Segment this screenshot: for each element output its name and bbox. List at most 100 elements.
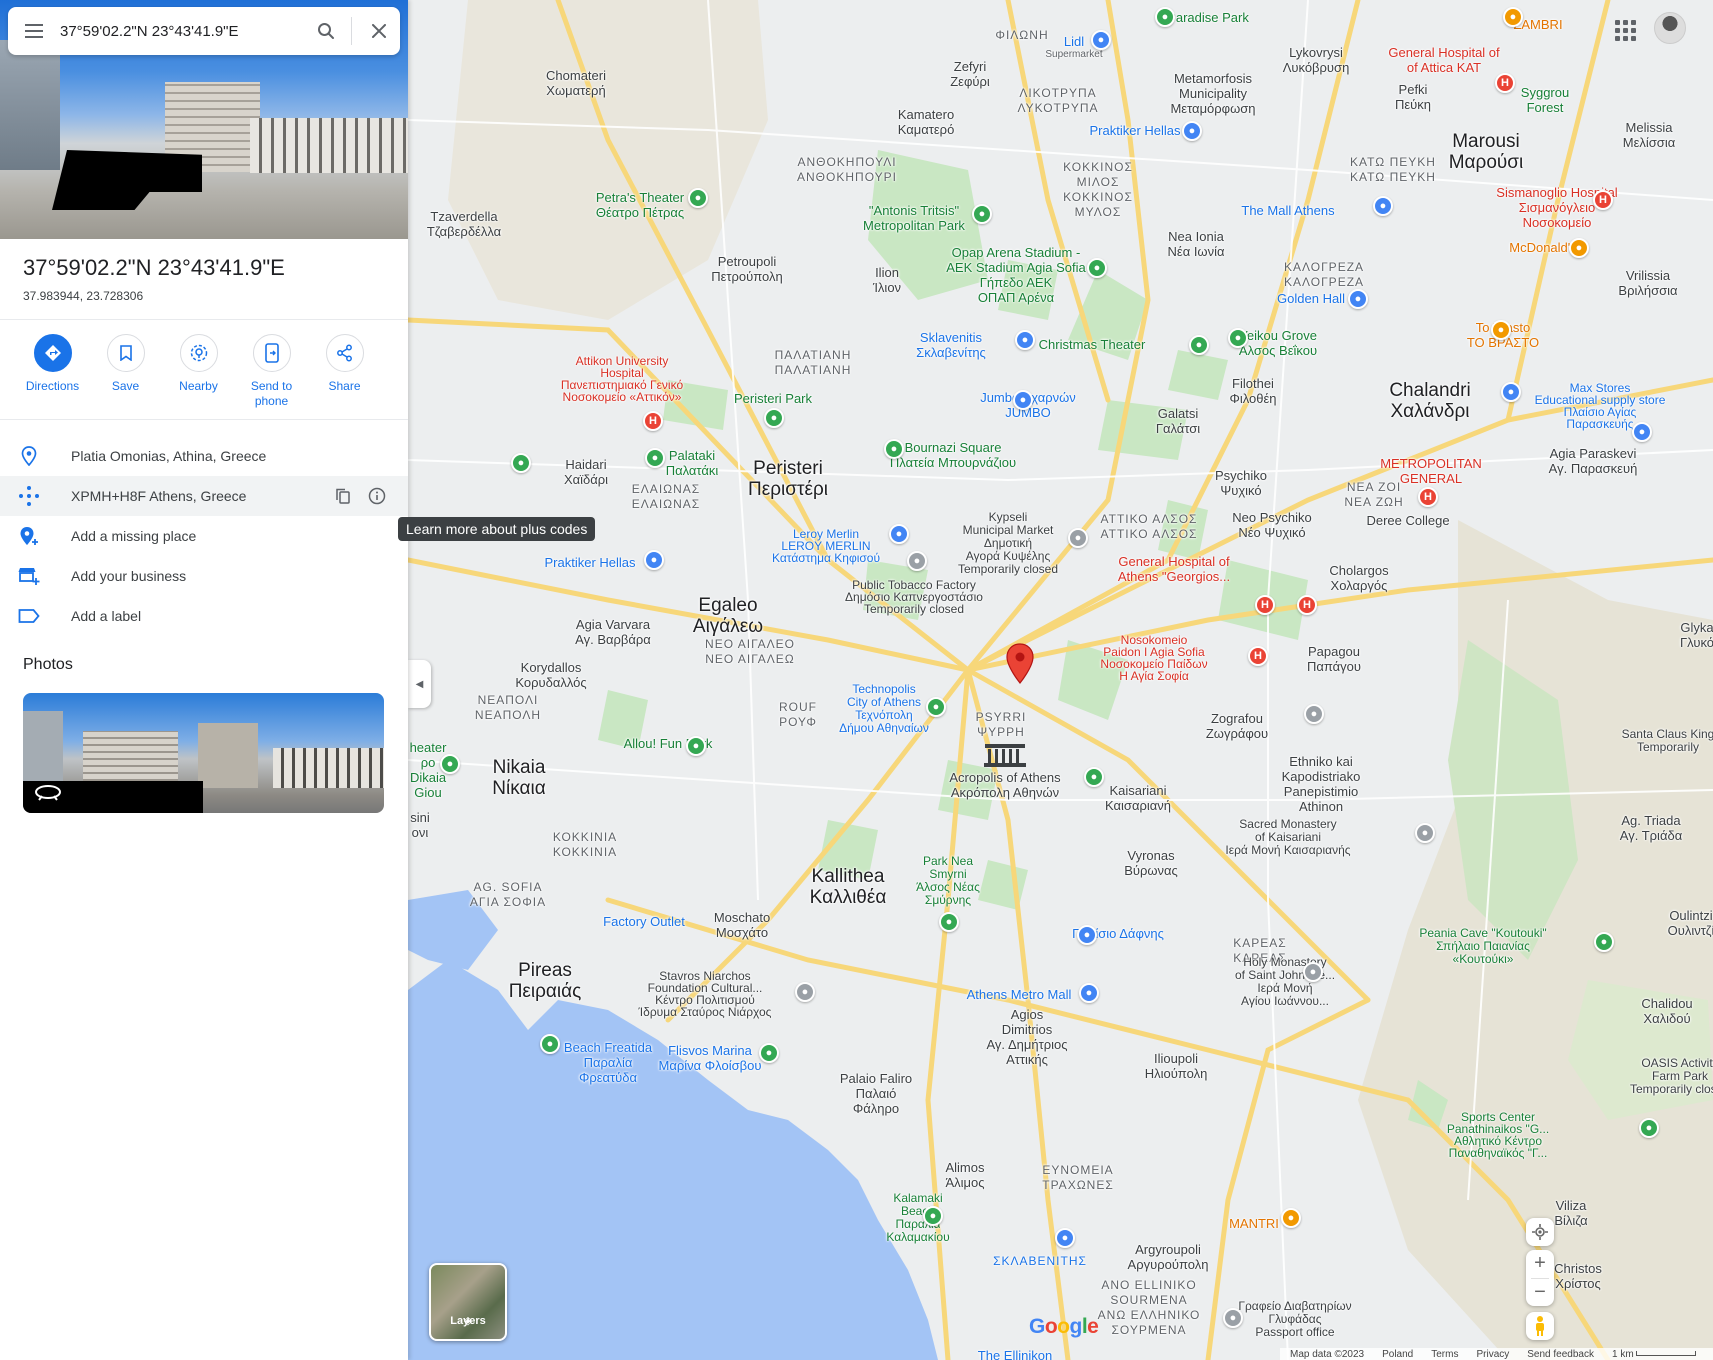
add-missing-place-row[interactable]: Add a missing place — [0, 516, 408, 556]
marina-marker-icon[interactable]: ● — [759, 1043, 779, 1063]
park-marker-icon[interactable]: ● — [1228, 328, 1248, 348]
park-marker-icon[interactable]: ● — [972, 204, 992, 224]
theater-marker-icon[interactable]: ● — [1189, 335, 1209, 355]
park-marker-icon[interactable]: ● — [686, 736, 706, 756]
map-label-sklavenitis-top[interactable]: Sklavenitis Σκλαβενίτης — [916, 330, 986, 360]
monastery-marker-icon[interactable]: ● — [1415, 823, 1435, 843]
shop-marker-icon[interactable]: ● — [1348, 289, 1368, 309]
map-label-syggrou-forest[interactable]: Syggrou Forest — [1521, 85, 1569, 115]
my-location-button[interactable] — [1526, 1218, 1554, 1246]
park-marker-icon[interactable]: ● — [939, 912, 959, 932]
search-button[interactable] — [305, 7, 347, 55]
map-label-santa-claus[interactable]: Santa Claus King Temporarily — [1622, 728, 1713, 754]
shop-marker-icon[interactable]: ● — [1055, 1228, 1075, 1248]
hospital-marker-icon[interactable]: H — [1418, 487, 1438, 507]
acropolis-icon[interactable] — [982, 740, 1028, 770]
hospital-marker-icon[interactable]: H — [1248, 646, 1268, 666]
zoom-out-button[interactable]: − — [1534, 1279, 1546, 1307]
park-marker-icon[interactable]: ● — [645, 448, 665, 468]
map-label-peania-cave[interactable]: Peania Cave "Koutouki" Σπήλαιο Παιανίας … — [1419, 927, 1546, 966]
map-label-stavros-niarchos[interactable]: Stavros Niarchos Foundation Cultural... … — [639, 970, 772, 1018]
hospital-marker-icon[interactable]: H — [1593, 190, 1613, 210]
shop-marker-icon[interactable]: ● — [1015, 330, 1035, 350]
map-label-christmas-theater[interactable]: Christmas Theater — [1039, 337, 1146, 352]
nearby-button[interactable]: Nearby — [162, 334, 235, 409]
add-label-row[interactable]: Add a label — [0, 596, 408, 636]
scale-bar[interactable]: 1 km — [1612, 1349, 1697, 1360]
park-marker-icon[interactable]: ● — [1155, 7, 1175, 27]
location-pin-icon[interactable] — [1005, 643, 1035, 685]
park-marker-icon[interactable]: ● — [511, 453, 531, 473]
food-marker-icon[interactable]: ● — [1569, 238, 1589, 258]
shop-marker-icon[interactable]: ● — [1182, 121, 1202, 141]
landmark-marker-icon[interactable]: ● — [907, 551, 927, 571]
shop-marker-icon[interactable]: ● — [1373, 196, 1393, 216]
terms-link[interactable]: Terms — [1431, 1349, 1458, 1360]
plus-code-row[interactable]: XPMH+H8F Athens, Greece — [0, 476, 408, 516]
map-label-public-tobacco[interactable]: Public Tobacco Factory Δημόσιο Καπνεργοσ… — [845, 579, 983, 615]
map-label-attikon-hospital[interactable]: Attikon University Hospital Πανεπιστημια… — [561, 355, 683, 403]
map-label-praktiker-hellas-top[interactable]: Praktiker Hellas — [1089, 123, 1180, 138]
copy-plus-code-button[interactable] — [326, 479, 360, 513]
map-label-park-nea-smyrni[interactable]: Park Nea Smyrni Άλσος Νέας Σμύρνης — [916, 855, 980, 907]
monastery-marker-icon[interactable]: ● — [1303, 962, 1323, 982]
collapse-panel-button[interactable]: ◀ — [408, 660, 431, 708]
map-label-opap-arena[interactable]: Opap Arena Stadium - AEK Stadium Agia So… — [946, 245, 1085, 305]
shop-marker-icon[interactable]: ● — [644, 550, 664, 570]
shop-marker-icon[interactable]: ● — [1079, 983, 1099, 1003]
map-label-deree-college[interactable]: Deree College — [1366, 513, 1449, 528]
search-input[interactable] — [60, 11, 305, 51]
hospital-marker-icon[interactable]: H — [643, 411, 663, 431]
government-marker-icon[interactable]: ● — [1223, 1308, 1243, 1328]
map-label-general-hospital-kat[interactable]: General Hospital of of Attica KAT — [1388, 45, 1499, 75]
map-label-sacred-monastery[interactable]: Sacred Monastery of Kaisariani Ιερά Μονή… — [1225, 818, 1350, 857]
plus-code-info-button[interactable] — [360, 479, 394, 513]
menu-button[interactable] — [8, 7, 60, 55]
map-label-beach-freatida[interactable]: Beach Freatida Παραλία Φρεατύδα — [564, 1040, 652, 1085]
map-label-paradise-park[interactable]: Paradise Park — [1167, 10, 1249, 25]
photo-thumbnail[interactable] — [23, 693, 384, 813]
map-label-athens-metro-mall[interactable]: Athens Metro Mall — [967, 987, 1072, 1002]
shop-marker-icon[interactable]: ● — [1077, 925, 1097, 945]
map-label-mall-athens[interactable]: The Mall Athens — [1241, 203, 1334, 218]
layers-button[interactable]: ◈ Layers — [429, 1263, 507, 1341]
food-marker-icon[interactable]: ● — [1503, 7, 1523, 27]
zoom-in-button[interactable]: + — [1534, 1250, 1546, 1278]
beach-marker-icon[interactable]: ● — [923, 1206, 943, 1226]
map-label-sklavenitis-bottom[interactable]: ΣΚΛΑΒΕΝΙΤΗΣ — [993, 1254, 1087, 1269]
map-label-antonis-tritsis[interactable]: "Antonis Tritsis" Metropolitan Park — [863, 203, 965, 233]
hospital-marker-icon[interactable]: H — [1495, 73, 1515, 93]
pegman-button[interactable] — [1526, 1312, 1554, 1340]
save-button[interactable]: Save — [89, 334, 162, 409]
theater-marker-icon[interactable]: ● — [688, 188, 708, 208]
map-label-flisvos-marina[interactable]: Flisvos Marina Μαρίνα Φλοίσβου — [659, 1043, 762, 1073]
school-marker-icon[interactable]: ● — [1304, 704, 1324, 724]
map-label-the-ellinikon[interactable]: The Ellinikon — [978, 1348, 1052, 1360]
food-marker-icon[interactable]: ● — [1491, 320, 1511, 340]
map-label-acropolis[interactable]: Acropolis of Athens Ακρόπολη Αθηνών — [949, 770, 1060, 800]
map-label-peristeri-park[interactable]: Peristeri Park — [734, 391, 812, 406]
cave-marker-icon[interactable]: ● — [1594, 932, 1614, 952]
account-avatar[interactable] — [1654, 12, 1686, 44]
privacy-link[interactable]: Privacy — [1476, 1349, 1509, 1360]
directions-button[interactable]: Directions — [16, 334, 89, 409]
google-apps-icon[interactable] — [1612, 17, 1636, 41]
shop-marker-icon[interactable]: ● — [1091, 30, 1111, 50]
map-label-bournazi[interactable]: Bournazi Square Πλατεία Μπουρνάζιου — [890, 440, 1016, 470]
map-label-mcdonalds[interactable]: McDonald's — [1509, 240, 1577, 255]
map-label-praktiker-hellas-mid[interactable]: Praktiker Hellas — [544, 555, 635, 570]
map-label-veikou-grove[interactable]: Veikou Grove Άλσος Βεΐκου — [1239, 328, 1317, 358]
map-label-lidl[interactable]: Lidl — [1064, 34, 1084, 49]
map-label-oasis-activity[interactable]: OASIS Activity Farm Park Temporarily clo… — [1630, 1057, 1713, 1096]
map-label-petras-theater[interactable]: Petra's Theater Θέατρο Πέτρας — [596, 190, 684, 220]
hospital-marker-icon[interactable]: H — [1297, 595, 1317, 615]
address-row[interactable]: Platia Omonias, Athina, Greece — [0, 436, 408, 476]
cultural-center-marker-icon[interactable]: ● — [795, 982, 815, 1002]
park-marker-icon[interactable]: ● — [884, 439, 904, 459]
stadium-marker-icon[interactable]: ● — [1087, 258, 1107, 278]
map-label-leroy-merlin[interactable]: Leroy Merlin LEROY MERLIN Κατάστημα Κηφι… — [772, 528, 880, 564]
country-link[interactable]: Poland — [1382, 1349, 1413, 1360]
clear-search-button[interactable] — [358, 7, 400, 55]
park-marker-icon[interactable]: ● — [1084, 767, 1104, 787]
map-label-palataki[interactable]: Palataki Παλατάκι — [666, 448, 719, 478]
